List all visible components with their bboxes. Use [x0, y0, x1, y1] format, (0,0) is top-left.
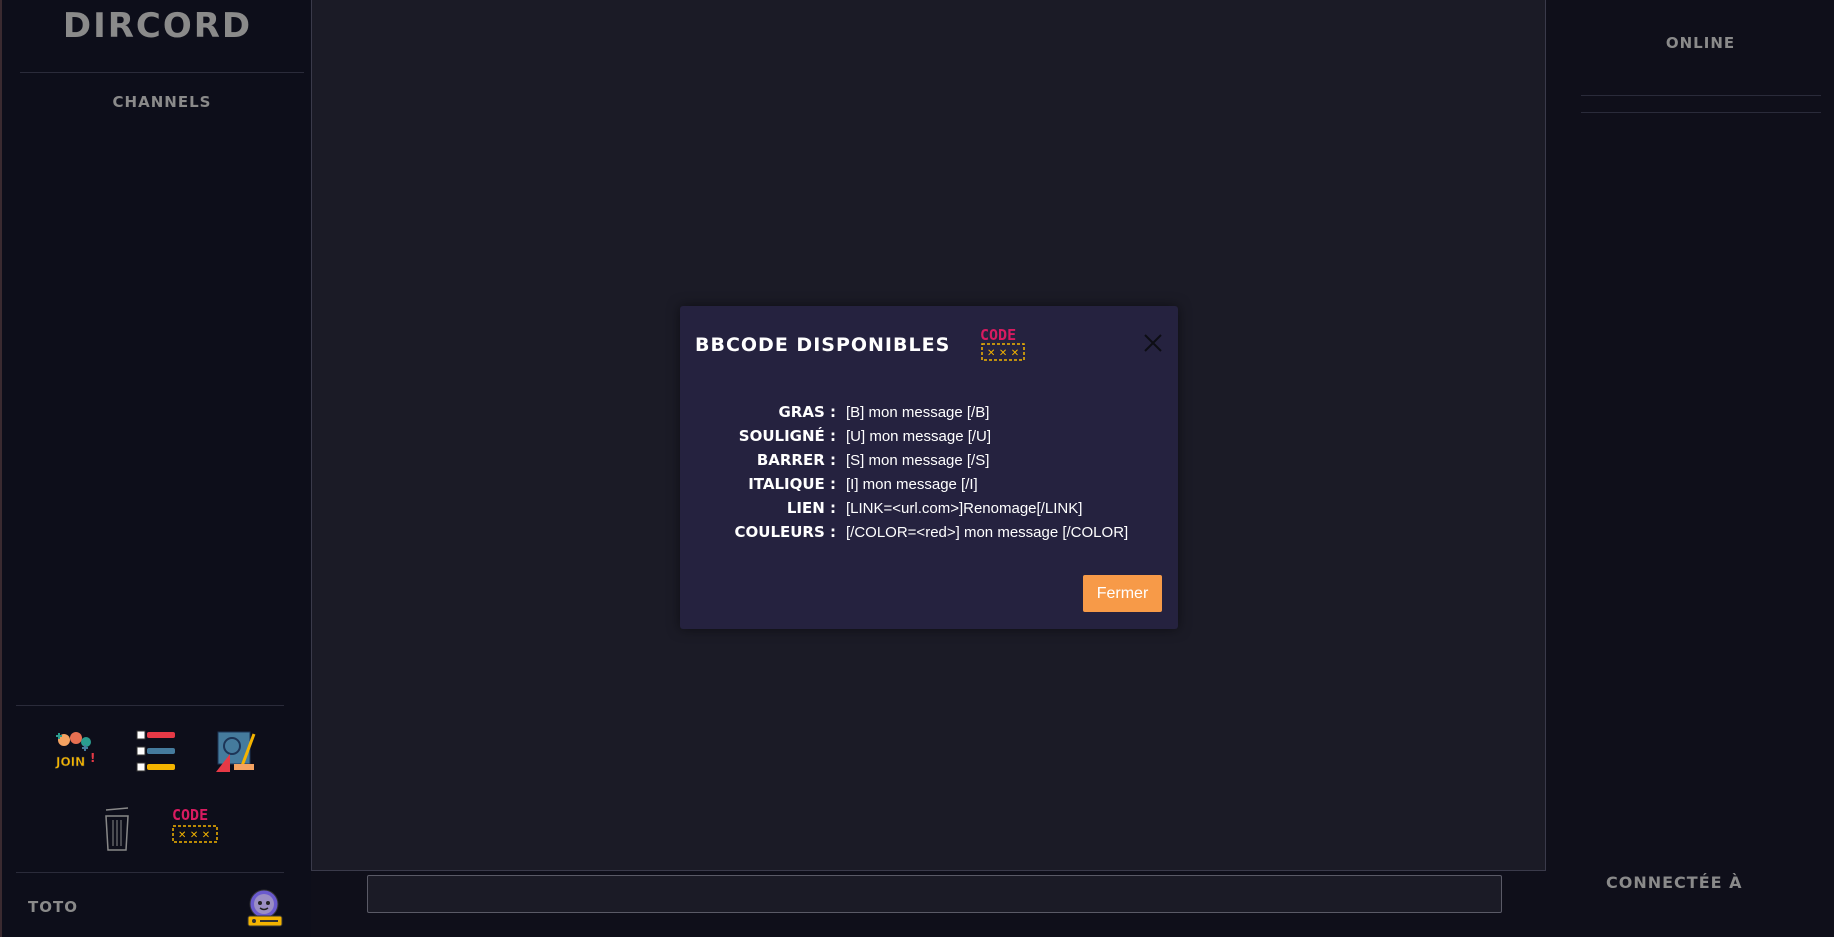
join-icon[interactable]: JOIN ! — [52, 728, 98, 774]
close-button[interactable]: Fermer — [1083, 575, 1162, 612]
code-icon-text: CODE — [172, 806, 208, 824]
close-icon[interactable] — [1142, 332, 1164, 354]
bbcode-modal: BBCODE DISPONIBLES CODE ✕ ✕ ✕ GRAS : [B]… — [680, 306, 1178, 629]
bbcode-row-bold: GRAS : [B] mon message [/B] — [710, 400, 1128, 424]
bbcode-row-color: COULEURS : [/COLOR=<red>] mon message [/… — [710, 520, 1129, 544]
right-sidebar: ONLINE CONNECTÉE À — [1547, 0, 1834, 937]
left-sidebar: DIRCORD CHANNELS JOIN ! CODE ✕ ✕ ✕ TOTO — [0, 0, 311, 937]
svg-text:✕ ✕ ✕: ✕ ✕ ✕ — [987, 348, 1019, 359]
bbcode-label: ITALIQUE : — [748, 475, 836, 493]
bbcode-row-link: LIEN : [LINK=<url.com>]Renomage[/LINK] — [710, 496, 1128, 520]
modal-title: BBCODE DISPONIBLES — [695, 334, 951, 356]
list-icon[interactable] — [134, 728, 180, 774]
edit-icon[interactable] — [212, 728, 258, 774]
channels-heading: CHANNELS — [112, 93, 212, 111]
bbcode-label: BARRER : — [756, 451, 836, 469]
bbcode-value: [S] mon message [/S] — [846, 451, 990, 469]
bbcode-value: [/COLOR=<red>] mon message [/COLOR] — [846, 523, 1129, 541]
bbcode-value: [I] mon message [/I] — [846, 475, 978, 493]
divider — [1581, 95, 1821, 96]
bbcode-label: GRAS : — [778, 403, 837, 421]
divider — [16, 705, 284, 706]
trash-icon[interactable] — [94, 806, 140, 852]
bbcode-value: [LINK=<url.com>]Renomage[/LINK] — [846, 499, 1083, 517]
connected-label: CONNECTÉE À — [1606, 873, 1743, 892]
svg-text:✕ ✕ ✕: ✕ ✕ ✕ — [178, 830, 210, 841]
code-icon[interactable]: CODE ✕ ✕ ✕ — [172, 806, 218, 852]
bbcode-row-strike: BARRER : [S] mon message [/S] — [710, 448, 1128, 472]
bbcode-list: GRAS : [B] mon message [/B] SOULIGNÉ : [… — [710, 400, 1129, 544]
modal-code-icon-text: CODE — [980, 326, 1016, 344]
username: TOTO — [28, 898, 78, 916]
divider — [20, 72, 304, 73]
bbcode-label: SOULIGNÉ : — [738, 427, 836, 445]
bbcode-row-italic: ITALIQUE : [I] mon message [/I] — [710, 472, 1128, 496]
divider — [1581, 112, 1821, 113]
bbcode-value: [B] mon message [/B] — [846, 403, 990, 421]
message-input[interactable] — [367, 875, 1502, 913]
svg-text:JOIN: JOIN — [55, 755, 85, 769]
svg-text:!: ! — [90, 751, 95, 765]
avatar-icon[interactable] — [246, 888, 286, 928]
bbcode-label: LIEN : — [786, 499, 836, 517]
bbcode-value: [U] mon message [/U] — [846, 427, 992, 445]
app-title: DIRCORD — [62, 6, 253, 46]
bbcode-label: COULEURS : — [734, 523, 837, 541]
bbcode-row-underline: SOULIGNÉ : [U] mon message [/U] — [710, 424, 1128, 448]
online-heading: ONLINE — [1665, 34, 1736, 52]
code-icon: CODE ✕ ✕ ✕ — [980, 326, 1028, 364]
divider — [16, 872, 284, 873]
